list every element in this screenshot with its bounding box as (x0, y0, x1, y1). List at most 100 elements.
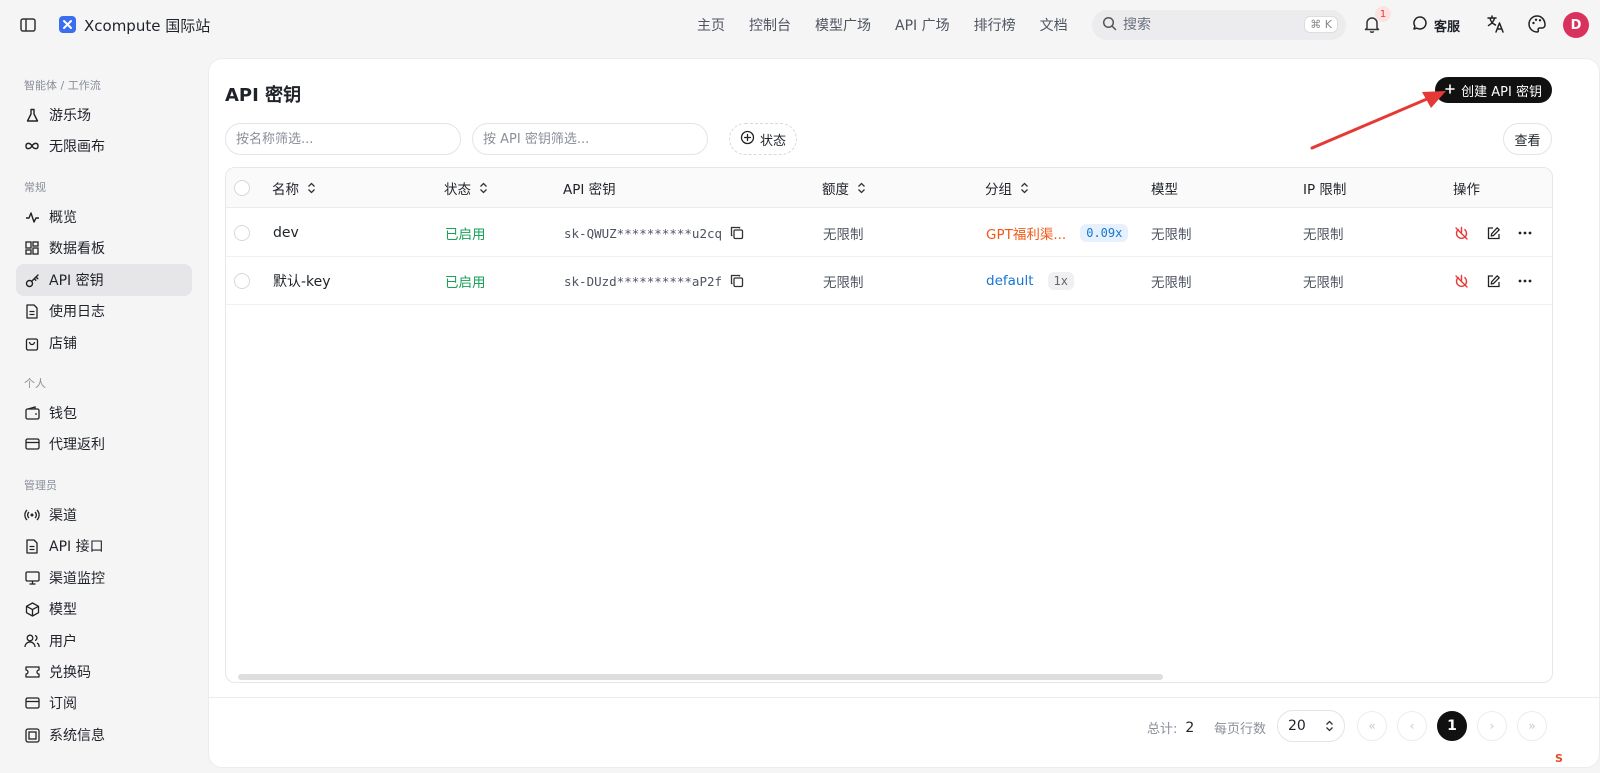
select-all-checkbox[interactable] (234, 180, 250, 196)
nav-api-square[interactable]: API 广场 (895, 15, 950, 35)
key-filter-input[interactable] (472, 123, 708, 155)
document-icon (24, 538, 40, 554)
sidebar-item-label: 订阅 (49, 696, 77, 712)
prev-page-button[interactable]: ‹ (1397, 711, 1427, 741)
sidebar-item-channel-monitor[interactable]: 渠道监控 (16, 562, 192, 594)
sidebar-item-label: 用户 (49, 634, 77, 650)
edit-icon[interactable] (1483, 223, 1503, 243)
column-group[interactable]: 分组 (985, 168, 1029, 208)
table-row[interactable]: 默认-key 已启用 sk-DUzd**********aP2f 无限制 def… (226, 257, 1552, 305)
sort-icon[interactable] (857, 182, 866, 194)
status-filter-button[interactable]: 状态 (729, 123, 797, 155)
sidebar-item-infinite-canvas[interactable]: 无限画布 (16, 130, 192, 162)
app-title[interactable]: Xcompute 国际站 (84, 15, 210, 36)
search-box[interactable]: ⌘ K (1092, 10, 1346, 40)
total-label: 总计: (1147, 722, 1178, 737)
bag-icon (24, 335, 40, 351)
users-icon (24, 633, 40, 649)
sidebar-item-api-keys[interactable]: API 密钥 (16, 264, 192, 296)
group-name[interactable]: GPT福利渠... (986, 223, 1066, 243)
column-status[interactable]: 状态 (444, 168, 488, 208)
column-actions: 操作 (1453, 182, 1480, 198)
horizontal-scrollbar[interactable] (238, 674, 1163, 680)
create-api-key-button[interactable]: 创建 API 密钥 (1435, 77, 1552, 103)
create-api-key-label: 创建 API 密钥 (1461, 84, 1542, 100)
total-value: 2 (1185, 719, 1195, 736)
sidebar-item-wallet[interactable]: 钱包 (16, 397, 192, 429)
ratio-badge: 0.09x (1080, 224, 1129, 242)
ip-limit-value: 无限制 (1303, 227, 1344, 243)
notification-badge: 1 (1375, 6, 1391, 22)
sidebar-section-title: 智能体 / 工作流 (24, 79, 101, 92)
sidebar-item-channels[interactable]: 渠道 (16, 499, 192, 531)
api-key-cell: sk-QWUZ**********u2cq (564, 209, 744, 257)
row-checkbox[interactable] (234, 225, 250, 241)
first-page-button[interactable]: « (1357, 711, 1387, 741)
sidebar-item-overview[interactable]: 概览 (16, 201, 192, 233)
sidebar-item-label: 无限画布 (49, 139, 105, 155)
search-input[interactable] (1123, 17, 1293, 33)
sidebar-item-label: 游乐场 (49, 108, 91, 124)
sidebar-item-label: 兑换码 (49, 665, 91, 681)
app-logo-icon (59, 16, 76, 33)
sidebar-item-label: 概览 (49, 210, 77, 226)
copy-icon[interactable] (730, 274, 744, 288)
sidebar-item-label: 系统信息 (49, 728, 105, 744)
support-button[interactable]: 客服 (1412, 15, 1460, 35)
row-checkbox[interactable] (234, 273, 250, 289)
sidebar-item-api-endpoints[interactable]: API 接口 (16, 530, 192, 562)
nav-console[interactable]: 控制台 (749, 15, 791, 35)
next-page-button[interactable]: › (1477, 711, 1507, 741)
copy-icon[interactable] (730, 226, 744, 240)
sidebar-item-models[interactable]: 模型 (16, 593, 192, 625)
view-button[interactable]: 查看 (1503, 123, 1552, 155)
translate-icon[interactable] (1486, 14, 1506, 38)
sort-icon[interactable] (479, 182, 488, 194)
column-quota-label: 额度 (822, 182, 849, 198)
sidebar-section-title: 管理员 (24, 479, 57, 492)
column-name[interactable]: 名称 (272, 168, 316, 208)
nav-home[interactable]: 主页 (697, 15, 725, 35)
more-icon[interactable] (1515, 271, 1535, 291)
key-icon (24, 272, 40, 288)
nav-docs[interactable]: 文档 (1040, 15, 1068, 35)
sidebar-item-label: 店铺 (49, 336, 77, 352)
api-keys-panel: API 密钥 创建 API 密钥 状态 查看 名称 状态 API 密钥 (208, 58, 1600, 768)
column-status-label: 状态 (444, 182, 471, 198)
more-icon[interactable] (1515, 223, 1535, 243)
table-row[interactable]: dev 已启用 sk-QWUZ**********u2cq 无限制 GPT福利渠… (226, 209, 1552, 257)
name-filter-input[interactable] (225, 123, 461, 155)
sidebar-item-usage-logs[interactable]: 使用日志 (16, 295, 192, 327)
nav-leaderboard[interactable]: 排行榜 (974, 15, 1016, 35)
top-navigation: 主页 控制台 模型广场 API 广场 排行榜 文档 (697, 0, 1092, 50)
sidebar-item-store[interactable]: 店铺 (16, 327, 192, 359)
last-page-button[interactable]: » (1517, 711, 1547, 741)
sidebar-item-affiliate[interactable]: 代理返利 (16, 428, 192, 460)
disable-icon[interactable] (1451, 271, 1471, 291)
key-name: 默认-key (273, 274, 331, 290)
status-badge: 已启用 (445, 227, 486, 243)
sidebar-item-redeem-codes[interactable]: 兑换码 (16, 656, 192, 688)
sidebar-item-subscriptions[interactable]: 订阅 (16, 687, 192, 719)
disable-icon[interactable] (1451, 223, 1471, 243)
row-actions (1451, 257, 1547, 305)
sidebar-item-system-info[interactable]: 系统信息 (16, 719, 192, 751)
page-1-button[interactable]: 1 (1437, 711, 1467, 741)
monitor-icon (24, 570, 40, 586)
avatar[interactable]: D (1563, 12, 1589, 38)
sort-icon[interactable] (1020, 182, 1029, 194)
sidebar-item-dashboard[interactable]: 数据看板 (16, 232, 192, 264)
palette-icon[interactable] (1527, 14, 1547, 38)
page-size-select[interactable]: 20 (1277, 710, 1345, 742)
search-icon (1102, 16, 1117, 35)
sidebar-item-playground[interactable]: 游乐场 (16, 99, 192, 131)
edit-icon[interactable] (1483, 271, 1503, 291)
select-all-checkbox-cell (234, 168, 250, 208)
sort-icon[interactable] (307, 182, 316, 194)
sidebar-toggle-icon[interactable] (18, 15, 38, 35)
sidebar-item-users[interactable]: 用户 (16, 625, 192, 657)
nav-model-square[interactable]: 模型广场 (815, 15, 871, 35)
table-footer: 总计: 2 每页行数 20 « ‹ 1 › » (209, 697, 1599, 769)
column-quota[interactable]: 额度 (822, 168, 866, 208)
group-name[interactable]: default (986, 273, 1034, 289)
